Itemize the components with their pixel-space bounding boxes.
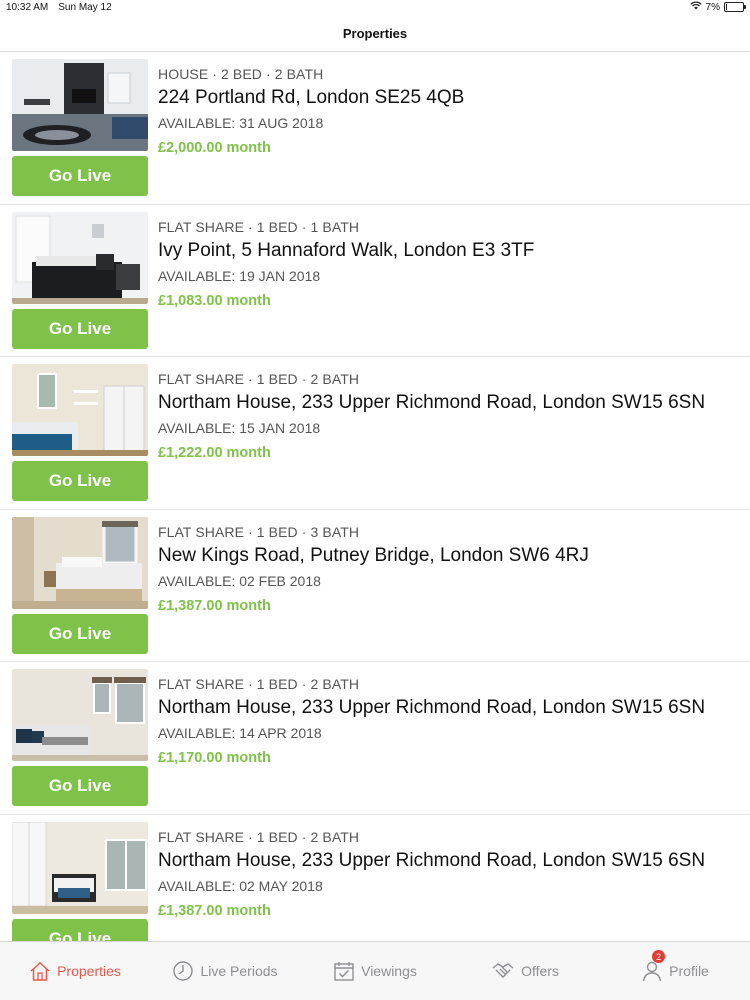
property-photo <box>12 59 148 151</box>
property-availability: AVAILABLE: 31 AUG 2018 <box>158 115 324 131</box>
property-type-meta: FLAT SHARE · 1 BED · 3 BATH <box>158 523 360 540</box>
property-type-meta: FLAT SHARE · 1 BED · 2 BATH <box>158 676 360 692</box>
property-address[interactable]: Northam House, 233 Upper Richmond Road, … <box>158 697 740 719</box>
property-row[interactable]: Go Live FLAT SHARE · 1 BED · 3 BATH New … <box>0 510 750 662</box>
property-availability: AVAILABLE: 02 FEB 2018 <box>158 572 321 589</box>
property-row[interactable]: Go Live FLAT SHARE · 1 BED · 2 BATH Nort… <box>0 357 750 510</box>
property-price: £1,222.00 month <box>158 445 271 461</box>
status-bar: 10:32 AM Sun May 12 7% <box>0 0 750 16</box>
property-list[interactable]: Go Live HOUSE · 2 BED · 2 BATH 224 Portl… <box>0 52 750 941</box>
go-live-button[interactable]: Go Live <box>12 918 148 941</box>
calendar-check-icon <box>333 960 355 982</box>
property-availability: AVAILABLE: 15 JAN 2018 <box>158 420 321 436</box>
property-price: £1,387.00 month <box>158 902 271 919</box>
property-row[interactable]: Go Live FLAT SHARE · 1 BED · 2 BATH Nort… <box>0 662 750 815</box>
go-live-button[interactable]: Go Live <box>12 613 148 654</box>
go-live-button[interactable]: Go Live <box>12 156 148 196</box>
property-availability: AVAILABLE: 19 JAN 2018 <box>158 267 321 284</box>
tab-label: Live Periods <box>200 963 278 979</box>
property-type-meta: FLAT SHARE · 1 BED · 2 BATH <box>158 828 360 845</box>
property-price: £2,000.00 month <box>158 140 271 156</box>
property-price: £1,387.00 month <box>158 597 271 614</box>
status-date: Sun May 12 <box>58 2 112 13</box>
property-address[interactable]: Northam House, 233 Upper Richmond Road, … <box>158 392 740 414</box>
clock-icon <box>172 960 194 982</box>
battery-level <box>726 4 727 10</box>
property-address[interactable]: Northam House, 233 Upper Richmond Road, … <box>158 850 740 872</box>
property-availability: AVAILABLE: 14 APR 2018 <box>158 725 322 741</box>
battery-icon <box>724 2 746 12</box>
property-type-meta: HOUSE · 2 BED · 2 BATH <box>158 66 324 82</box>
property-type-meta: FLAT SHARE · 1 BED · 2 BATH <box>158 371 360 387</box>
property-photo <box>12 364 148 456</box>
tab-viewings[interactable]: Viewings <box>300 942 450 1000</box>
house-icon <box>29 960 51 982</box>
property-address[interactable]: 224 Portland Rd, London SE25 4QB <box>158 87 740 109</box>
property-row[interactable]: Go Live FLAT SHARE · 1 BED · 2 BATH Nort… <box>0 815 750 941</box>
property-price: £1,083.00 month <box>158 292 271 309</box>
person-icon <box>641 960 663 982</box>
tab-label: Offers <box>521 963 559 979</box>
property-address[interactable]: Ivy Point, 5 Hannaford Walk, London E3 3… <box>158 240 740 262</box>
property-photo <box>12 516 148 609</box>
wifi-icon <box>689 1 702 13</box>
property-address[interactable]: New Kings Road, Putney Bridge, London SW… <box>158 545 740 567</box>
tab-profile[interactable]: Profile 2 <box>600 942 750 1000</box>
property-row[interactable]: Go Live HOUSE · 2 BED · 2 BATH 224 Portl… <box>0 52 750 205</box>
battery-percent: 7% <box>705 1 720 13</box>
go-live-button[interactable]: Go Live <box>12 461 148 501</box>
tab-label: Properties <box>57 963 121 979</box>
property-photo <box>12 669 148 761</box>
page-title: Properties <box>342 26 408 41</box>
tab-offers[interactable]: Offers <box>450 942 600 1000</box>
go-live-button[interactable]: Go Live <box>12 308 148 349</box>
tab-bar: Properties Live Periods Viewings Offers <box>0 941 750 1000</box>
status-time: 10:32 AM <box>6 2 49 13</box>
navigation-bar: Properties <box>0 16 750 52</box>
tab-label: Viewings <box>361 963 417 979</box>
go-live-button[interactable]: Go Live <box>12 766 148 806</box>
tab-properties[interactable]: Properties <box>0 942 150 1000</box>
property-availability: AVAILABLE: 02 MAY 2018 <box>158 877 323 894</box>
notification-badge: 2 <box>652 950 666 963</box>
tab-label: Profile <box>669 963 709 979</box>
tab-live-periods[interactable]: Live Periods <box>150 942 300 1000</box>
property-type-meta: FLAT SHARE · 1 BED · 1 BATH <box>158 218 360 235</box>
property-photo <box>12 211 148 304</box>
property-row[interactable]: Go Live FLAT SHARE · 1 BED · 1 BATH Ivy … <box>0 205 750 357</box>
handshake-icon <box>491 960 515 982</box>
property-photo <box>12 821 148 914</box>
property-price: £1,170.00 month <box>158 750 271 766</box>
